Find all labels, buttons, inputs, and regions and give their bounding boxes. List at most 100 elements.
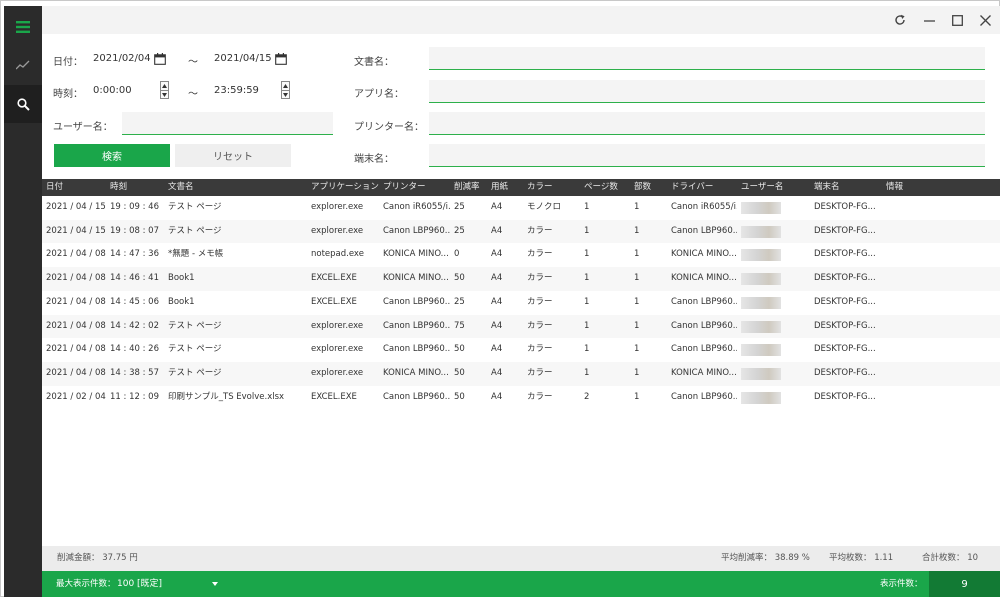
cell-col-driver: KONICA MINO...	[671, 367, 737, 378]
cell-col-application: explorer.exe	[311, 320, 364, 331]
minimize-button[interactable]	[918, 10, 940, 30]
table-row[interactable]: 2021 / 04 / 08 14 : 42 : 02 テスト ページ explore…	[42, 314, 1000, 339]
time-to-field[interactable]: 23:59:59	[214, 85, 259, 96]
header-col-reduction-rate[interactable]: 削減率	[454, 179, 480, 196]
table-row[interactable]: 2021 / 04 / 08 14 : 40 : 26 テスト ページ explore…	[42, 338, 1000, 362]
user-name-input[interactable]	[122, 112, 333, 135]
display-count-label: 表示件数：	[880, 579, 923, 589]
cell-col-application: notepad.exe	[311, 249, 364, 260]
cell-col-info	[886, 315, 966, 339]
close-button[interactable]	[974, 10, 996, 30]
cell-col-copies: 1	[634, 344, 640, 355]
calendar-icon[interactable]	[154, 53, 166, 65]
cell-col-terminal: DESKTOP-FG...	[814, 249, 876, 260]
reset-button[interactable]: リセット	[175, 144, 291, 167]
cell-col-time: 14 : 40 : 26	[110, 344, 159, 355]
average-sheets: 平均枚数： 1.11	[829, 553, 894, 563]
cell-col-document: Book1	[168, 273, 195, 284]
search-button[interactable]: 検索	[54, 144, 170, 167]
cell-col-document: Book1	[168, 296, 195, 307]
cell-col-document: テスト ページ	[168, 202, 222, 212]
redacted-user-name	[741, 202, 781, 214]
chart-nav-button[interactable]	[4, 46, 42, 84]
header-col-document[interactable]: 文書名	[168, 179, 194, 196]
time-from-field[interactable]: 0:00:00	[93, 85, 132, 96]
cell-col-printer: Canon iR6055/i...	[383, 202, 450, 212]
menu-icon	[16, 21, 30, 33]
table-row[interactable]: 2021 / 02 / 04 11 : 12 : 09 印刷サンプル_TS Evol…	[42, 385, 1000, 410]
cell-col-printer: Canon LBP960...	[383, 391, 450, 402]
date-from-field[interactable]: 2021/02/04	[93, 53, 151, 64]
cell-col-reduction-rate: 25	[454, 296, 465, 307]
stepper-down-icon[interactable]	[161, 90, 168, 98]
cell-col-printer: Canon LBP960...	[383, 225, 450, 236]
header-col-pages[interactable]: ページ数	[584, 179, 618, 196]
app-name-input[interactable]	[429, 80, 985, 103]
cell-col-time: 14 : 46 : 41	[110, 273, 159, 284]
cell-col-date: 2021 / 04 / 08	[46, 367, 106, 378]
time-from-stepper[interactable]	[160, 81, 169, 99]
title-bar	[42, 6, 1000, 34]
header-col-terminal[interactable]: 端末名	[814, 179, 840, 196]
stepper-down-icon[interactable]	[282, 90, 289, 98]
status-bar: 最大表示件数： 100 [既定] 表示件数： 9	[42, 571, 1000, 597]
cell-col-paper: A4	[491, 296, 503, 307]
table-row[interactable]: 2021 / 04 / 15 19 : 09 : 46 テスト ページ explore…	[42, 196, 1000, 220]
header-col-user[interactable]: ユーザー名	[741, 179, 783, 196]
cell-col-time: 19 : 08 : 07	[110, 225, 159, 236]
max-display-select[interactable]: 100 [既定]	[117, 571, 162, 597]
maximize-icon	[951, 14, 963, 26]
header-col-info[interactable]: 情報	[886, 179, 903, 196]
stepper-up-icon[interactable]	[282, 82, 289, 90]
cell-col-paper: A4	[491, 273, 503, 284]
calendar-icon[interactable]	[275, 53, 287, 65]
header-col-application[interactable]: アプリケーション	[311, 179, 379, 196]
table-row[interactable]: 2021 / 04 / 08 14 : 45 : 06 Book1 EXCEL.EXE…	[42, 290, 1000, 315]
redacted-user-name	[741, 344, 781, 357]
header-col-time[interactable]: 時刻	[110, 179, 127, 196]
table-row[interactable]: 2021 / 04 / 15 19 : 08 : 07 テスト ページ explore…	[42, 219, 1000, 244]
time-to-stepper[interactable]	[281, 81, 290, 99]
cell-col-application: explorer.exe	[311, 344, 364, 355]
search-nav-button[interactable]	[4, 85, 42, 123]
document-name-input[interactable]	[429, 47, 985, 70]
cell-col-copies: 1	[634, 225, 640, 236]
cell-col-color: カラー	[527, 296, 553, 307]
cell-col-info	[886, 220, 966, 244]
redacted-user-name	[741, 273, 781, 286]
cell-col-document: テスト ページ	[168, 320, 222, 331]
close-icon	[979, 14, 991, 26]
header-col-copies[interactable]: 部数	[634, 179, 651, 196]
search-form: 日付： 2021/02/04 ～ 2021/04/15 時刻： 0:00:00 …	[42, 34, 1000, 179]
refresh-button[interactable]	[889, 10, 911, 30]
cell-col-date: 2021 / 04 / 15	[46, 225, 106, 236]
chevron-down-icon[interactable]	[212, 582, 218, 586]
table-row[interactable]: 2021 / 04 / 08 14 : 47 : 36 *無題 - メモ帳 notep…	[42, 243, 1000, 268]
cell-col-terminal: DESKTOP-FG...	[814, 367, 876, 378]
cell-col-time: 14 : 45 : 06	[110, 296, 159, 307]
maximize-button[interactable]	[946, 10, 968, 30]
cell-col-paper: A4	[491, 225, 503, 236]
header-col-driver[interactable]: ドライバー	[671, 179, 713, 196]
menu-button[interactable]	[4, 8, 42, 46]
summary-bar: 削減金額： 37.75 円 平均削減率： 38.89 % 平均枚数： 1.11 …	[42, 546, 1000, 571]
header-col-paper[interactable]: 用紙	[491, 179, 508, 196]
header-col-color[interactable]: カラー	[527, 179, 553, 196]
cell-col-copies: 1	[634, 296, 640, 307]
cell-col-info	[886, 196, 966, 220]
cell-col-driver: KONICA MINO...	[671, 273, 737, 284]
cell-col-info	[886, 243, 966, 267]
cell-col-reduction-rate: 50	[454, 344, 465, 355]
cell-col-document: テスト ページ	[168, 344, 222, 355]
cell-col-reduction-rate: 50	[454, 273, 465, 284]
table-row[interactable]: 2021 / 04 / 08 14 : 46 : 41 Book1 EXCEL.EXE…	[42, 267, 1000, 291]
terminal-name-input[interactable]	[429, 144, 985, 167]
stepper-up-icon[interactable]	[161, 82, 168, 90]
table-row[interactable]: 2021 / 04 / 08 14 : 38 : 57 テスト ページ explore…	[42, 361, 1000, 386]
date-to-field[interactable]: 2021/04/15	[214, 53, 272, 64]
cell-col-date: 2021 / 04 / 08	[46, 296, 106, 307]
header-col-date[interactable]: 日付	[46, 179, 63, 196]
header-col-printer[interactable]: プリンター	[383, 179, 426, 196]
printer-name-input[interactable]	[429, 112, 985, 135]
cell-col-reduction-rate: 25	[454, 225, 465, 236]
